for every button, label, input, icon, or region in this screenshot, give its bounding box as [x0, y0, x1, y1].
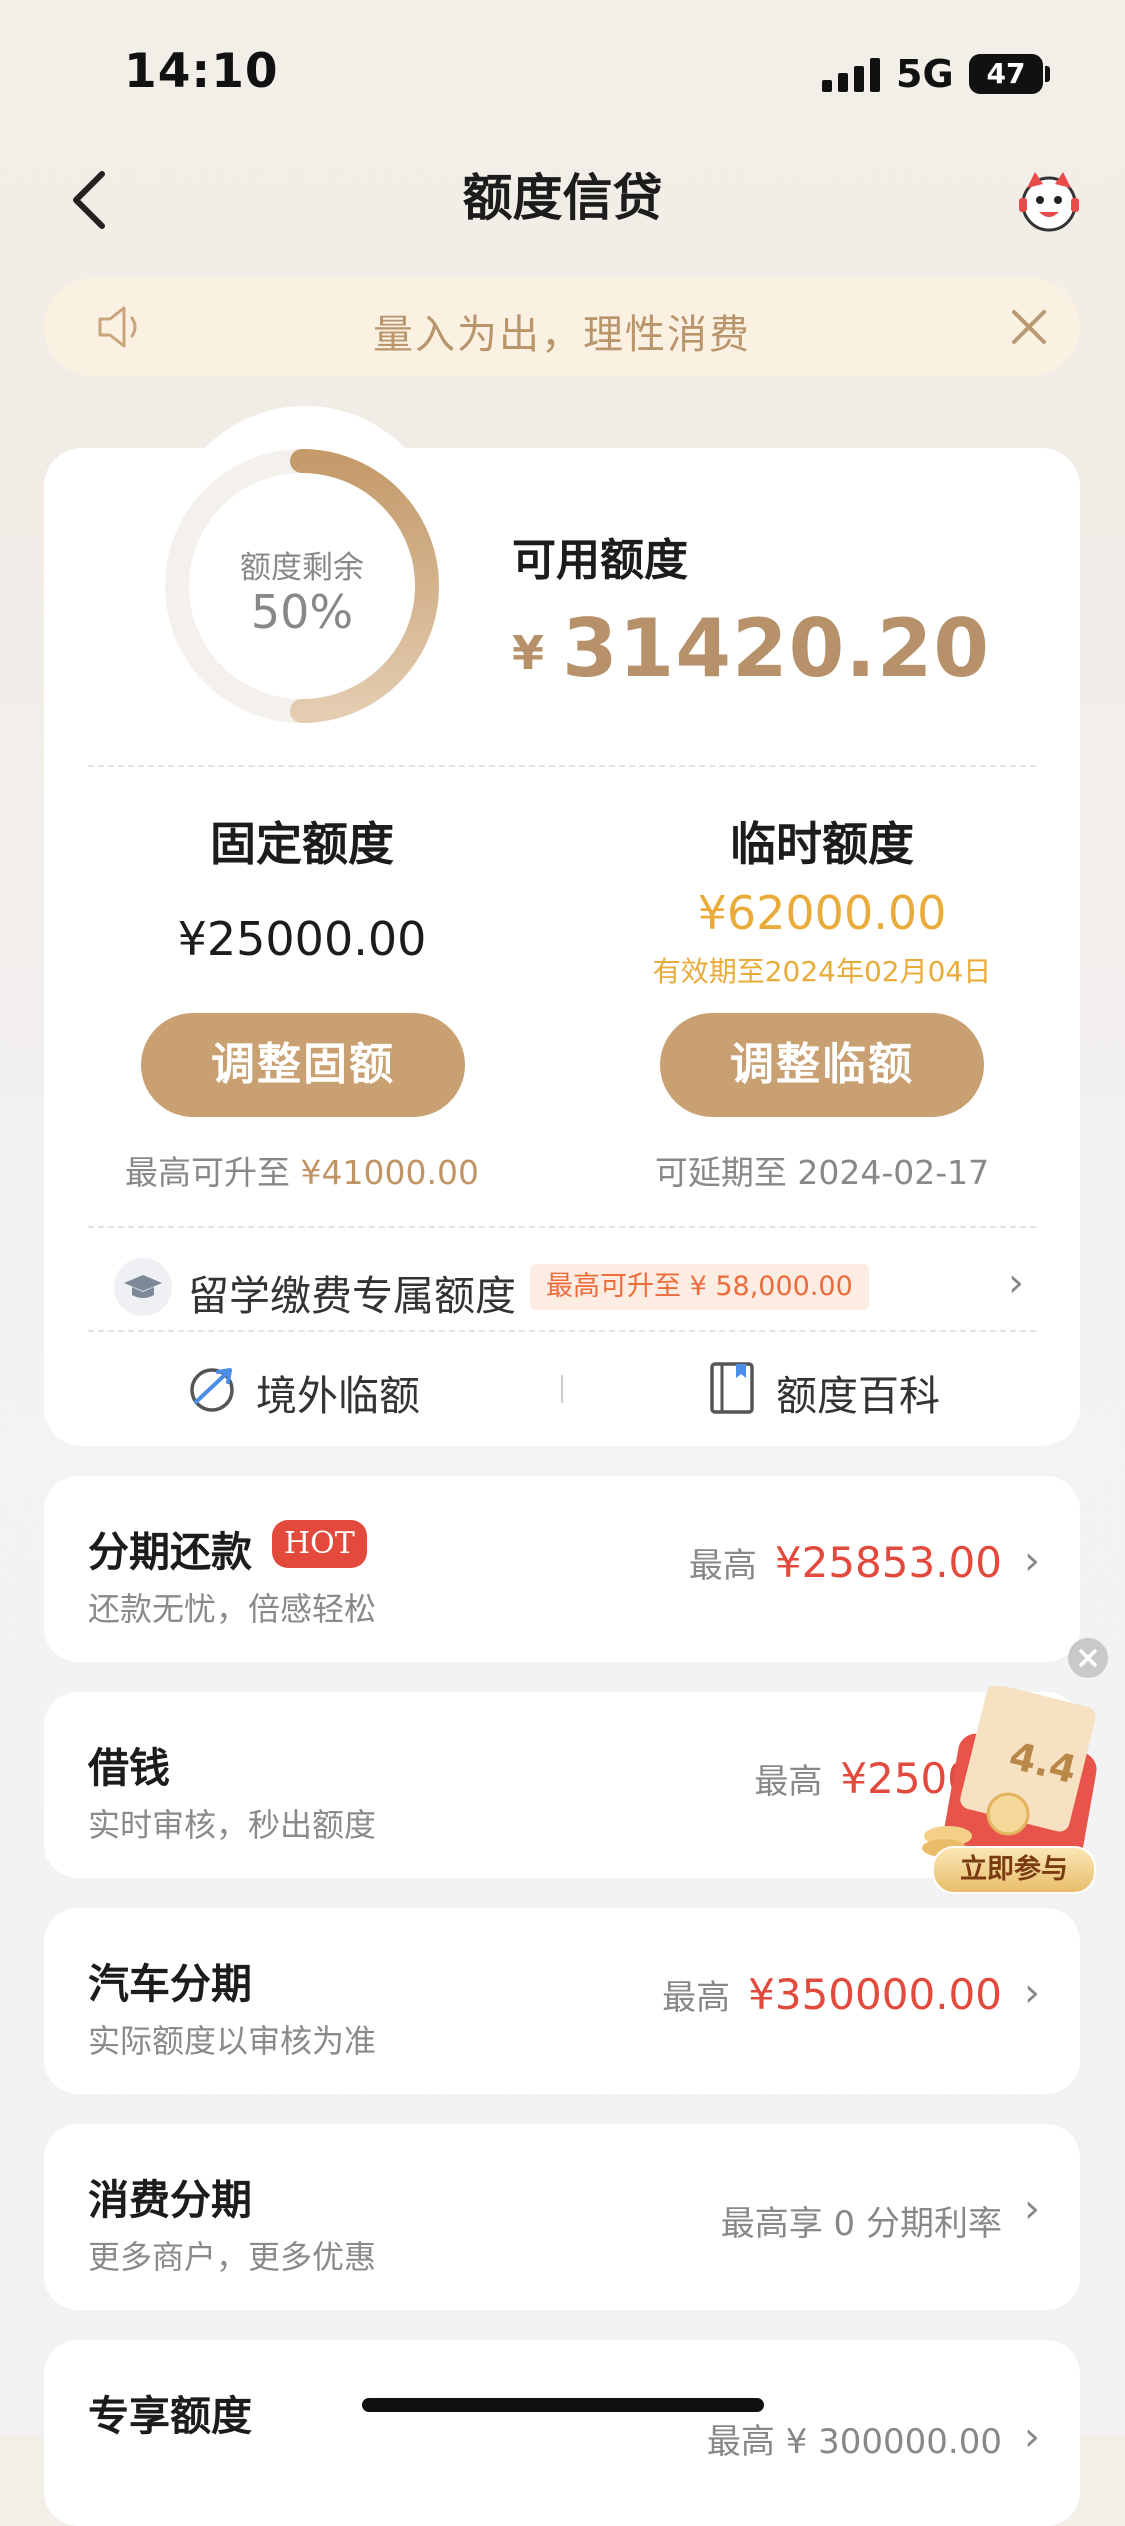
home-indicator [362, 2398, 764, 2412]
ring-percent: 50% [250, 585, 354, 639]
notice-bar: 量入为出，理性消费 [44, 278, 1080, 376]
card-max-value: 最高 ¥25853.00 [689, 1538, 1002, 1587]
cellular-signal-icon [822, 58, 880, 92]
fixed-max-value: ¥41000.00 [300, 1153, 479, 1192]
card-title: 专享额度 [88, 2392, 252, 2440]
consumer-installment-card[interactable]: 消费分期 更多商户，更多优惠 最高享 0 分期利率 › [44, 2124, 1080, 2310]
book-icon [708, 1360, 758, 1416]
card-right-text: 最高 ¥ 300000.00 [706, 2422, 1002, 2462]
temp-quota-title: 临时额度 [730, 817, 914, 871]
divider [88, 765, 1036, 767]
max-label: 最高 [688, 1546, 757, 1586]
chevron-right-icon: › [1024, 2414, 1040, 2460]
max-label: 最高 [662, 1978, 731, 2018]
overseas-quota-link[interactable]: 境外临额 [256, 1362, 420, 1422]
divider [88, 1330, 1036, 1332]
notice-text: 量入为出，理性消费 [373, 312, 751, 358]
available-quota-label: 可用额度 [512, 535, 688, 586]
graduation-cap-icon [114, 1258, 172, 1316]
fixed-max-prefix: 最高可升至 [125, 1153, 291, 1192]
card-subtitle: 实时审核，秒出额度 [88, 1806, 377, 1844]
card-subtitle: 还款无忧，倍感轻松 [88, 1590, 377, 1628]
card-title: 借钱 [88, 1744, 170, 1792]
study-abroad-quota-link[interactable]: 留学缴费专属额度 [188, 1262, 516, 1322]
available-quota-amount: 31420.20 [562, 602, 991, 695]
battery-icon: 47 [969, 54, 1043, 94]
study-abroad-max-badge: 最高可升至 ¥ 58,000.00 [530, 1264, 869, 1310]
card-title: 分期还款 [88, 1528, 252, 1576]
chevron-right-icon: › [1024, 1970, 1040, 2016]
divider [88, 1226, 1036, 1228]
exclusive-quota-card[interactable]: 专享额度 最高 ¥ 300000.00 › [44, 2340, 1080, 2526]
join-now-button[interactable]: 立即参与 [932, 1846, 1096, 1894]
card-title: 消费分期 [88, 2176, 252, 2224]
fixed-quota-amount: ¥25000.00 [177, 912, 427, 966]
assistant-avatar-icon[interactable] [1015, 166, 1083, 234]
hot-badge: HOT [272, 1520, 367, 1568]
car-installment-card[interactable]: 汽车分期 实际额度以审核为准 最高 ¥350000.00 › [44, 1908, 1080, 2094]
page-title: 额度信贷 [462, 169, 663, 227]
ring-label: 额度剩余 [240, 550, 364, 586]
temp-quota-amount: ¥62000.00 [697, 886, 947, 940]
card-max-value: 最高 ¥350000.00 [662, 1970, 1002, 2019]
installment-repay-card[interactable]: 分期还款 HOT 还款无忧，倍感轻松 最高 ¥25853.00 › [44, 1476, 1080, 1662]
adjust-fixed-quota-button[interactable]: 调整固额 [141, 1013, 465, 1117]
battery-tip [1045, 66, 1050, 82]
separator [561, 1375, 563, 1403]
fixed-quota-title: 固定额度 [210, 817, 394, 871]
fixed-quota-max: 最高可升至 ¥41000.00 [62, 1146, 542, 1194]
available-currency: ¥ [512, 626, 545, 680]
card-title: 汽车分期 [88, 1960, 252, 2008]
status-time: 14:10 [124, 44, 279, 99]
network-type: 5G [896, 52, 954, 96]
card-subtitle: 实际额度以审核为准 [88, 2022, 377, 2060]
card-subtitle: 更多商户，更多优惠 [88, 2238, 377, 2276]
chevron-right-icon[interactable]: › [1008, 1260, 1024, 1306]
max-label: 最高 [754, 1762, 823, 1802]
quota-wiki-link[interactable]: 额度百科 [776, 1362, 940, 1422]
close-icon [1079, 1649, 1097, 1667]
adjust-temp-quota-button[interactable]: 调整临额 [660, 1013, 984, 1117]
chevron-right-icon: › [1024, 1538, 1040, 1584]
chevron-right-icon: › [1024, 2186, 1040, 2232]
temp-extend-date: 可延期至 2024-02-17 [654, 1153, 990, 1192]
close-notice-button[interactable] [1006, 304, 1052, 350]
close-promo-button[interactable] [1068, 1638, 1108, 1678]
temp-quota-valid: 有效期至2024年02月04日 [652, 955, 992, 988]
close-icon [1012, 310, 1046, 344]
max-value: ¥25853.00 [774, 1538, 1002, 1587]
max-value: ¥350000.00 [748, 1970, 1002, 2019]
card-right-text: 最高享 0 分期利率 [720, 2204, 1002, 2244]
overseas-quota-icon [186, 1360, 242, 1416]
